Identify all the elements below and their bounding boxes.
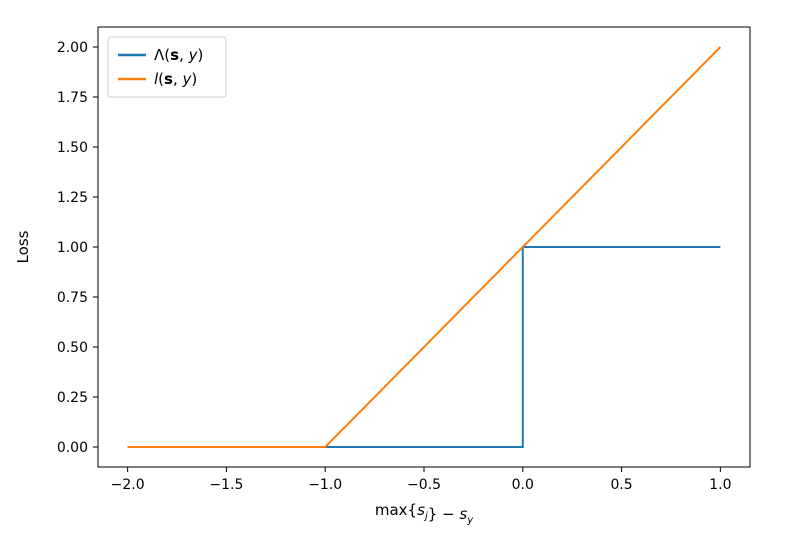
- x-tick-label: −1.0: [308, 477, 342, 493]
- y-tick-label: 0.75: [57, 290, 88, 306]
- loss-chart: −2.0 −1.5 −1.0 −0.5 0.0 0.5 1.0 0.00 0.25 0.50 0.7…: [0, 0, 787, 533]
- y-tick-label: 0.00: [57, 440, 88, 456]
- y-tick-label: 0.25: [57, 390, 88, 406]
- x-tick-label: 0.5: [610, 477, 632, 493]
- y-tick-label: 1.00: [57, 240, 88, 256]
- y-tick-label: 1.25: [57, 190, 88, 206]
- legend-label-0: Λ(s, y): [154, 46, 203, 64]
- x-axis-label: max{sj} − sy: [375, 501, 474, 526]
- x-tick-label: −2.0: [111, 477, 145, 493]
- x-tick-label: 1.0: [709, 477, 731, 493]
- y-tick-label: 1.75: [57, 90, 88, 106]
- y-tick-label: 2.00: [57, 40, 88, 56]
- x-tick-label: −1.5: [209, 477, 243, 493]
- legend-label-1: l(s, y): [154, 70, 197, 88]
- y-tick-label: 1.50: [57, 140, 88, 156]
- x-tick-label: 0.0: [512, 477, 534, 493]
- y-tick-label: 0.50: [57, 340, 88, 356]
- y-axis-label: Loss: [14, 230, 32, 263]
- chart-container: −2.0 −1.5 −1.0 −0.5 0.0 0.5 1.0 0.00 0.25 0.50 0.7…: [0, 0, 787, 533]
- x-tick-label: −0.5: [407, 477, 441, 493]
